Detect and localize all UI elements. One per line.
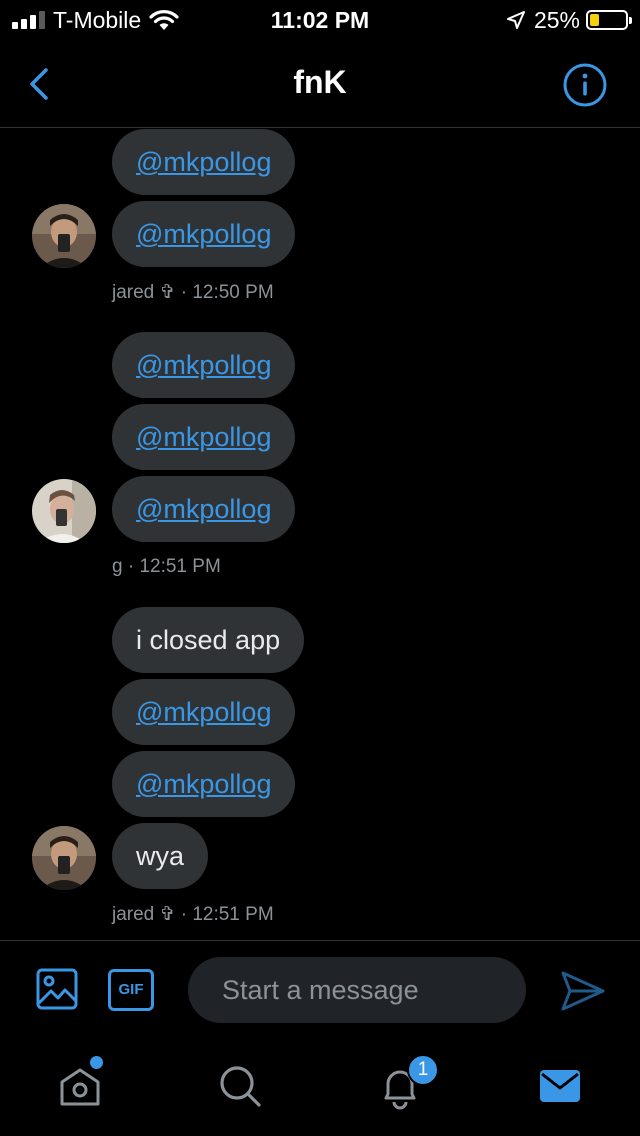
message-input[interactable]: [188, 957, 526, 1023]
message-bubble[interactable]: @mkpollog: [112, 201, 296, 267]
location-arrow-icon: [506, 11, 525, 29]
message-bubble[interactable]: wya: [112, 823, 209, 889]
battery-icon: [586, 10, 632, 30]
info-icon[interactable]: [562, 62, 608, 108]
message-bubble[interactable]: @mkpollog: [112, 129, 296, 195]
home-icon[interactable]: [56, 1062, 104, 1110]
message-bubble[interactable]: @mkpollog: [112, 751, 296, 817]
conversation-header: fnK: [0, 40, 640, 128]
search-icon[interactable]: [216, 1062, 264, 1110]
message-meta: jared ✞ · 12:51 PM: [112, 904, 274, 925]
avatar[interactable]: [32, 204, 96, 268]
battery-percent: 25%: [533, 6, 580, 33]
message-meta: jared ✞ · 12:50 PM: [112, 282, 274, 303]
status-bar: T-Mobile 11:02 PM 25%: [0, 0, 640, 40]
message-bubble[interactable]: i closed app: [112, 607, 305, 673]
gif-button[interactable]: GIF: [108, 969, 154, 1011]
mail-icon[interactable]: [536, 1062, 584, 1110]
avatar[interactable]: [32, 826, 96, 890]
message-bubble[interactable]: @mkpollog: [112, 476, 296, 542]
send-icon[interactable]: [560, 969, 606, 1013]
conversation-title: fnK: [293, 64, 347, 100]
avatar[interactable]: [32, 479, 96, 543]
message-meta: g · 12:51 PM: [112, 556, 221, 577]
home-new-indicator: [90, 1056, 103, 1069]
message-bubble[interactable]: @mkpollog: [112, 404, 296, 470]
message-composer: GIF: [0, 940, 640, 1040]
message-bubble[interactable]: @mkpollog: [112, 332, 296, 398]
tab-bar: [0, 1040, 640, 1136]
message-bubble[interactable]: @mkpollog: [112, 679, 296, 745]
notifications-badge: 1: [407, 1054, 439, 1086]
image-icon[interactable]: [36, 967, 78, 1011]
